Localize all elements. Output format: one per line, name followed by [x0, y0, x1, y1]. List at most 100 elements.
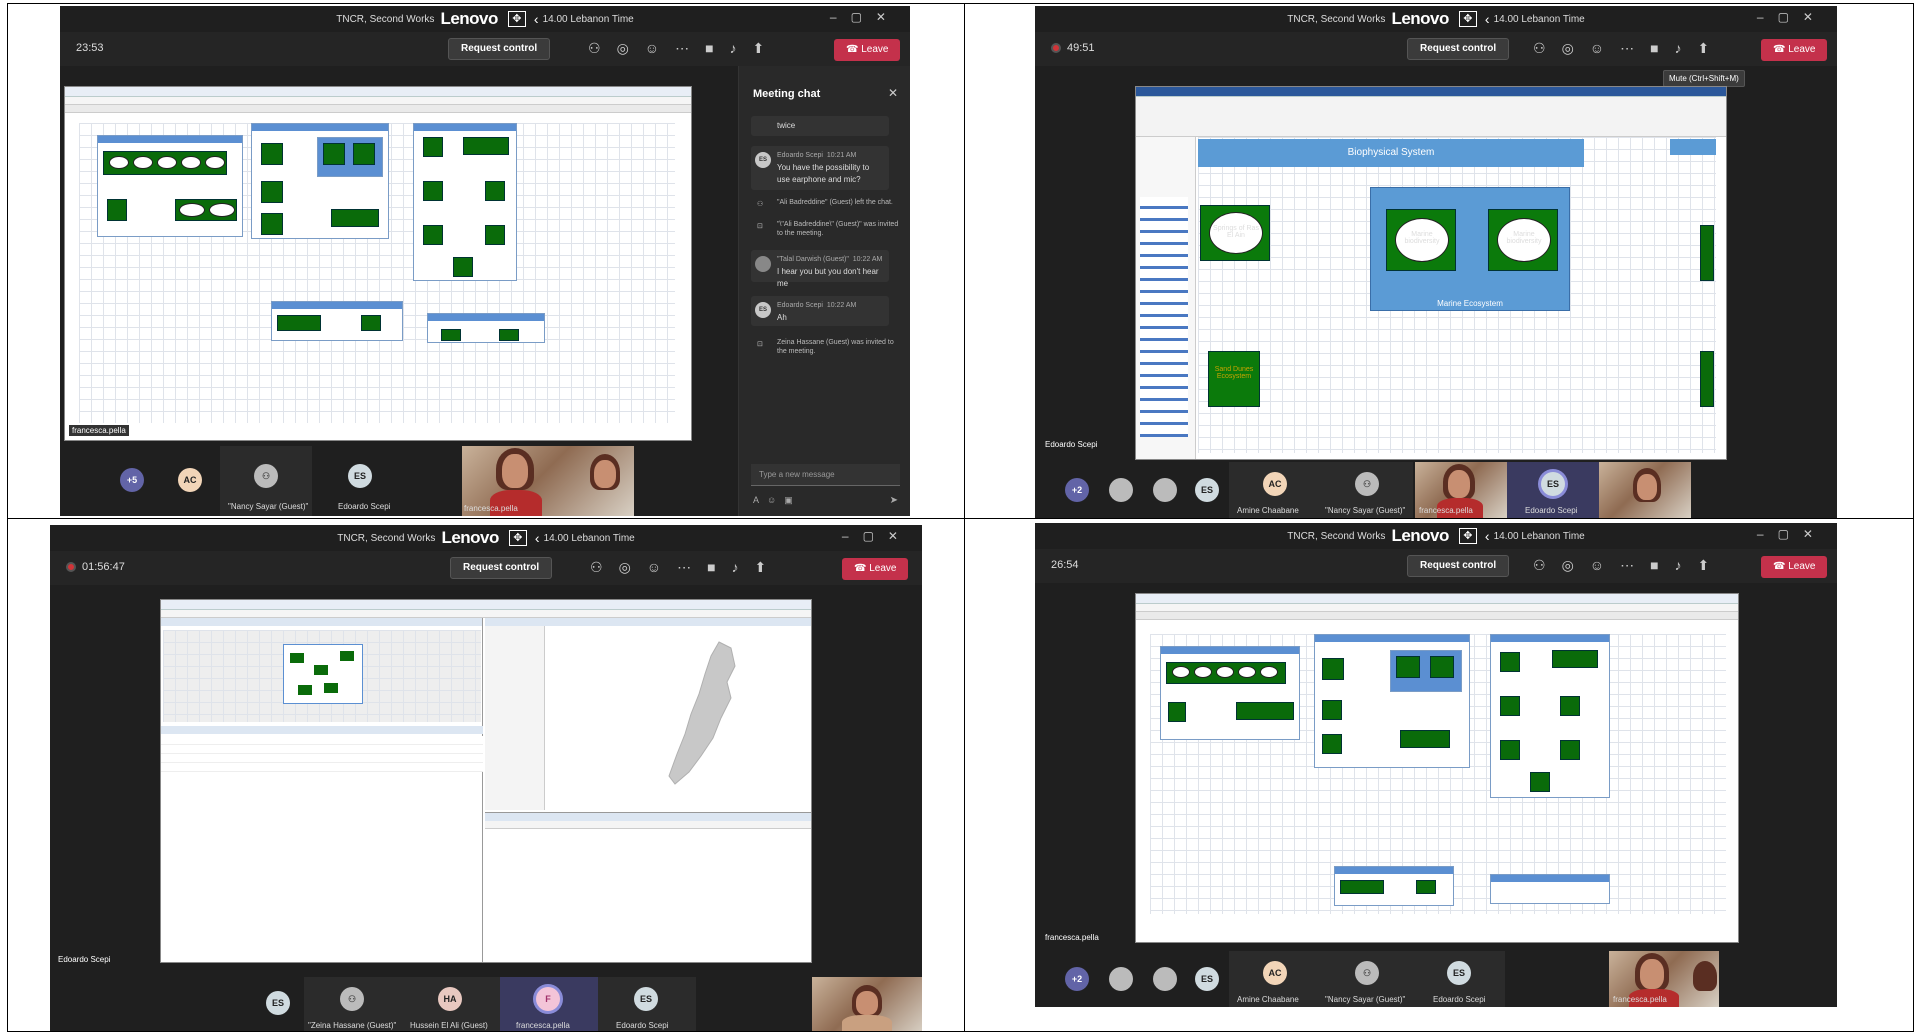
participant-name: "Nancy Sayar (Guest)" [1325, 995, 1406, 1004]
avatar[interactable]: +2 [1065, 478, 1089, 502]
chevron-left-icon[interactable]: ‹ [534, 11, 539, 27]
chevron-left-icon[interactable]: ‹ [535, 530, 540, 546]
crosshair-icon[interactable]: ✥ [507, 11, 526, 27]
diagram-canvas[interactable] [1150, 634, 1726, 914]
avatar[interactable]: +5 [120, 468, 144, 492]
people-icon[interactable]: ⚇ [1533, 557, 1546, 574]
window-controls[interactable]: –▢✕ [1757, 10, 1827, 24]
share-icon[interactable]: ⬆ [755, 559, 767, 576]
video-face [1637, 474, 1657, 500]
reactions-icon[interactable]: ☺ [647, 559, 661, 576]
emoji-icon[interactable]: ☺ [767, 495, 784, 505]
window-controls[interactable]: –▢✕ [830, 10, 900, 24]
chat-input-icons: A☺▣ [753, 495, 801, 506]
avatar[interactable]: ES [634, 987, 658, 1011]
request-control-button[interactable]: Request control [1407, 38, 1510, 60]
request-control-button[interactable]: Request control [448, 38, 551, 60]
camera-icon[interactable]: ■ [1650, 557, 1658, 574]
share-icon[interactable]: ⬆ [753, 40, 765, 57]
reactions-icon[interactable]: ☺ [645, 40, 659, 57]
close-icon[interactable]: ✕ [888, 86, 898, 100]
people-icon[interactable]: ⚇ [1533, 40, 1546, 57]
avatar[interactable]: AC [1263, 472, 1287, 496]
participant-name: Edoardo Scepi [1433, 995, 1486, 1004]
green-block [423, 225, 443, 245]
avatar[interactable]: F [536, 987, 560, 1011]
window-controls[interactable]: –▢✕ [1757, 527, 1827, 541]
camera-icon[interactable]: ■ [705, 40, 713, 57]
share-icon[interactable]: ⬆ [1698, 40, 1710, 57]
chat-icon[interactable]: ◎ [617, 40, 629, 57]
avatar[interactable]: ES [1195, 967, 1219, 991]
mic-icon[interactable]: ♪ [730, 40, 737, 57]
chevron-left-icon[interactable]: ‹ [1485, 528, 1490, 544]
chat-input[interactable]: Type a new message [751, 464, 900, 486]
lenovo-logo: Lenovo [1391, 526, 1449, 545]
leave-button[interactable]: ☎ Leave [1761, 556, 1828, 578]
share-icon[interactable]: ⬆ [1698, 557, 1710, 574]
request-control-button[interactable]: Request control [1407, 555, 1510, 577]
leave-button[interactable]: ☎ Leave [1761, 39, 1828, 61]
window-title: TNCR, Second Works [1287, 530, 1386, 542]
request-control-button[interactable]: Request control [450, 557, 553, 579]
more-icon[interactable]: ⋯ [1620, 40, 1634, 57]
crosshair-icon[interactable]: ✥ [1458, 11, 1477, 27]
oval-node [1260, 666, 1278, 678]
avatar[interactable] [1109, 967, 1133, 991]
people-icon[interactable]: ⚇ [588, 40, 601, 57]
green-block [361, 315, 381, 331]
sticker-icon[interactable]: ▣ [784, 495, 801, 505]
green-block [1500, 740, 1520, 760]
chat-title: Meeting chat [753, 88, 821, 100]
avatar[interactable]: +2 [1065, 967, 1089, 991]
people-icon[interactable]: ⚇ [590, 559, 603, 576]
leave-button[interactable]: ☎ Leave [842, 558, 909, 580]
window-controls[interactable]: –▢✕ [842, 529, 912, 543]
leave-button[interactable]: ☎ Leave [834, 39, 901, 61]
diagram-canvas[interactable]: Biophysical System Springs of Ras El Ain… [1198, 137, 1716, 453]
camera-icon[interactable]: ■ [707, 559, 715, 576]
green-block [1560, 740, 1580, 760]
avatar[interactable] [1153, 478, 1177, 502]
mic-icon[interactable]: ♪ [1675, 557, 1682, 574]
chat-icon[interactable]: ◎ [1562, 40, 1574, 57]
reactions-icon[interactable]: ☺ [1590, 557, 1604, 574]
person-icon: ⚇ [254, 464, 278, 488]
crosshair-icon[interactable]: ✥ [508, 530, 527, 546]
send-icon[interactable]: ➤ [890, 495, 898, 506]
screenshot-grid: TNCR, Second Works Lenovo ✥ ‹ 14.00 Leba… [0, 0, 1921, 1034]
more-icon[interactable]: ⋯ [675, 40, 689, 57]
chat-icon[interactable]: ◎ [619, 559, 631, 576]
green-block [1700, 225, 1714, 281]
avatar[interactable]: ES [1447, 961, 1471, 985]
time-label: 14.00 Lebanon Time [542, 13, 634, 25]
avatar[interactable]: ES [348, 464, 372, 488]
mic-icon[interactable]: ♪ [732, 559, 739, 576]
avatar[interactable]: ES [266, 991, 290, 1015]
phone-icon: ☎ [846, 44, 862, 55]
system-message: ⚇ "Ali Badreddine" (Guest) left the chat. [757, 199, 893, 208]
format-icon[interactable]: A [753, 495, 767, 505]
avatar[interactable]: AC [178, 468, 202, 492]
more-icon[interactable]: ⋯ [1620, 557, 1634, 574]
avatar[interactable]: HA [438, 987, 462, 1011]
avatar[interactable]: AC [1263, 961, 1287, 985]
mic-icon[interactable]: ♪ [1675, 40, 1682, 57]
participant-name: francesca.pella [1613, 995, 1667, 1004]
reactions-icon[interactable]: ☺ [1590, 40, 1604, 57]
chat-icon[interactable]: ◎ [1562, 557, 1574, 574]
participant-name: Edoardo Scepi [1525, 506, 1578, 515]
oval-node [179, 203, 205, 217]
avatar[interactable] [1153, 967, 1177, 991]
diagram-canvas[interactable] [79, 123, 675, 423]
avatar[interactable]: ES [1195, 478, 1219, 502]
presenter-label: francesca.pella [1045, 933, 1099, 942]
video-face [502, 454, 528, 488]
camera-icon[interactable]: ■ [1650, 40, 1658, 57]
overview-canvas[interactable] [163, 630, 481, 722]
avatar[interactable] [1109, 478, 1133, 502]
chevron-left-icon[interactable]: ‹ [1485, 11, 1490, 27]
more-icon[interactable]: ⋯ [677, 559, 691, 576]
avatar[interactable]: ES [1541, 472, 1565, 496]
crosshair-icon[interactable]: ✥ [1458, 528, 1477, 544]
